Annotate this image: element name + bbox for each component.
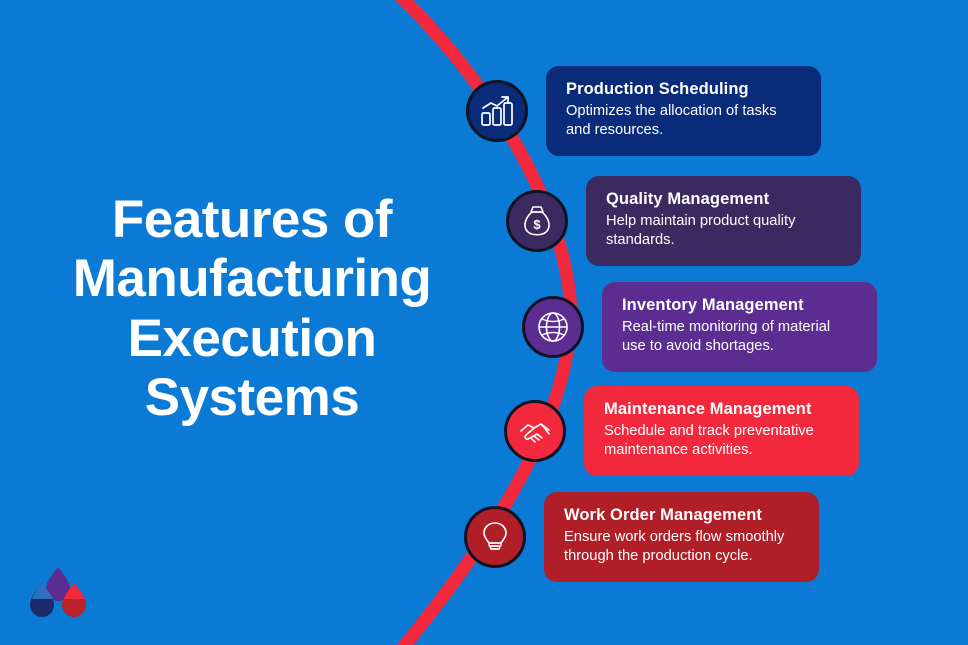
feature-row-3[interactable]: Inventory Management Real-time monitorin…	[522, 282, 877, 372]
feature-card-4[interactable]: Maintenance Management Schedule and trac…	[584, 386, 859, 476]
infographic-canvas: Features of Manufacturing Execution Syst…	[0, 0, 968, 645]
feature-card-1[interactable]: Production Scheduling Optimizes the allo…	[546, 66, 821, 156]
feature-title-1: Production Scheduling	[566, 80, 749, 98]
globe-icon	[538, 312, 568, 342]
feature-card-3[interactable]: Inventory Management Real-time monitorin…	[602, 282, 877, 372]
bar-chart-growth-icon	[481, 96, 513, 126]
money-bag-icon: $	[524, 206, 550, 236]
page-title: Features of Manufacturing Execution Syst…	[72, 190, 432, 428]
lightbulb-icon	[483, 522, 507, 550]
svg-text:$: $	[533, 217, 541, 232]
handshake-icon	[520, 423, 550, 443]
feature-badge-1[interactable]	[466, 79, 528, 142]
feature-title-4: Maintenance Management	[604, 400, 812, 418]
feature-badge-2[interactable]: $	[506, 189, 568, 252]
feature-title-2: Quality Management	[606, 190, 770, 208]
feature-badge-3[interactable]	[522, 295, 584, 358]
feature-desc-5: Ensure work orders flow smoothly through…	[564, 528, 785, 565]
feature-card-2[interactable]: Quality Management Help maintain product…	[586, 176, 861, 266]
feature-row-5[interactable]: Work Order Management Ensure work orders…	[464, 492, 819, 582]
feature-card-5[interactable]: Work Order Management Ensure work orders…	[544, 492, 819, 582]
feature-desc-4: Schedule and track preventative maintena…	[604, 422, 814, 459]
feature-title-3: Inventory Management	[622, 296, 804, 314]
feature-title-5: Work Order Management	[564, 506, 763, 524]
feature-row-4[interactable]: Maintenance Management Schedule and trac…	[504, 386, 859, 476]
feature-badge-4[interactable]	[504, 399, 566, 462]
feature-desc-2: Help maintain product quality standards.	[606, 212, 796, 249]
feature-desc-1: Optimizes the allocation of tasks and re…	[566, 102, 777, 139]
feature-row-2[interactable]: $ Quality Management Help maintain produ…	[506, 176, 861, 266]
feature-row-1[interactable]: Production Scheduling Optimizes the allo…	[466, 66, 821, 156]
feature-desc-3: Real-time monitoring of material use to …	[622, 318, 831, 355]
brand-logo	[30, 567, 86, 617]
feature-badge-5[interactable]	[464, 505, 526, 568]
